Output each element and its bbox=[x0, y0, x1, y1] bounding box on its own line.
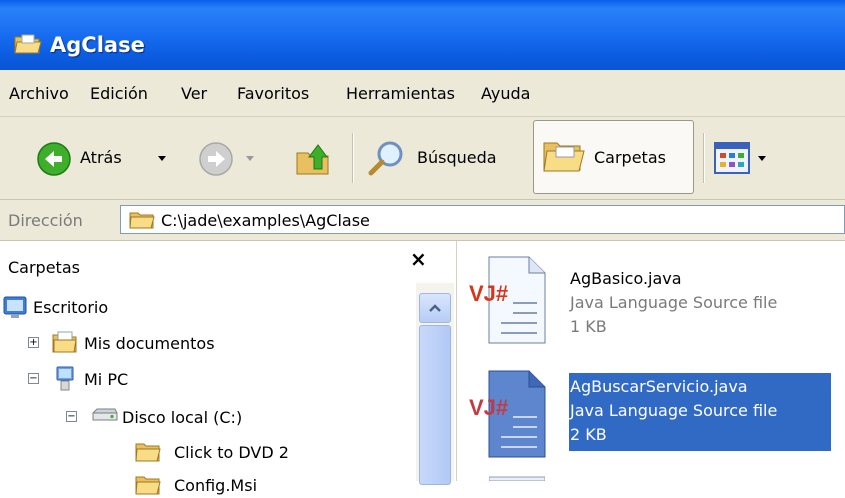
expand-icon[interactable]: + bbox=[28, 337, 39, 348]
tree-item-label: Mis documentos bbox=[84, 334, 215, 353]
back-arrow-icon bbox=[37, 142, 71, 176]
menu-ver[interactable]: Ver bbox=[181, 84, 207, 103]
folders-pane-header: Carpetas × bbox=[0, 241, 456, 281]
tree-item-config-msi[interactable]: Config.Msi bbox=[0, 470, 410, 498]
tree-item-label: Click to DVD 2 bbox=[174, 443, 289, 462]
menu-herramientas[interactable]: Herramientas bbox=[346, 84, 455, 103]
search-button[interactable]: Búsqueda bbox=[365, 117, 525, 199]
scroll-thumb[interactable] bbox=[419, 325, 451, 485]
svg-text:VJ#: VJ# bbox=[469, 281, 508, 306]
file-size: 1 KB bbox=[570, 317, 607, 336]
file-item-selected[interactable]: VJ# AgBuscarServicio.java Java Language … bbox=[467, 369, 837, 459]
tree-item-disco-local[interactable]: − Disco local (C:) bbox=[0, 401, 410, 429]
menu-bar: Archivo Edición Ver Favoritos Herramient… bbox=[0, 70, 845, 117]
views-button[interactable] bbox=[712, 140, 782, 178]
folder-icon bbox=[135, 443, 161, 462]
address-input[interactable]: C:\jade\examples\AgClase bbox=[120, 205, 845, 234]
desktop-icon bbox=[3, 296, 27, 318]
folders-scrollbar[interactable] bbox=[416, 283, 454, 485]
my-documents-icon bbox=[52, 331, 77, 353]
folder-icon bbox=[135, 476, 161, 495]
views-dropdown-icon[interactable] bbox=[758, 156, 766, 161]
up-button[interactable] bbox=[290, 117, 340, 199]
address-label: Dirección bbox=[8, 211, 83, 230]
tree-item-escritorio[interactable]: Escritorio bbox=[0, 291, 410, 319]
address-path: C:\jade\examples\AgClase bbox=[161, 211, 370, 230]
close-icon[interactable]: × bbox=[410, 247, 427, 271]
search-label: Búsqueda bbox=[417, 148, 497, 167]
folders-button[interactable]: Carpetas bbox=[533, 120, 694, 194]
menu-ayuda[interactable]: Ayuda bbox=[481, 84, 530, 103]
my-computer-icon bbox=[56, 366, 74, 391]
folder-up-icon bbox=[296, 144, 329, 175]
file-name: AgBasico.java bbox=[570, 269, 682, 288]
file-type: Java Language Source file bbox=[570, 401, 778, 420]
menu-archivo[interactable]: Archivo bbox=[9, 84, 69, 103]
open-folder-icon bbox=[14, 34, 42, 54]
folders-label: Carpetas bbox=[594, 148, 666, 167]
collapse-icon[interactable]: − bbox=[66, 411, 77, 422]
vj-sharp-file-icon: VJ# bbox=[469, 370, 546, 458]
magnifier-icon bbox=[368, 141, 403, 176]
scroll-up-button[interactable] bbox=[419, 293, 451, 323]
file-icon-partial bbox=[489, 476, 545, 481]
back-button[interactable]: Atrás bbox=[30, 117, 190, 199]
vj-sharp-file-icon: VJ# bbox=[469, 256, 546, 344]
tree-item-label: Config.Msi bbox=[174, 476, 258, 495]
tree-item-label: Escritorio bbox=[33, 298, 109, 317]
tree-item-label: Disco local (C:) bbox=[122, 408, 243, 427]
folder-icon bbox=[129, 212, 155, 229]
svg-text:VJ#: VJ# bbox=[469, 395, 508, 420]
views-icon bbox=[714, 142, 750, 174]
tree-item-click-to-dvd[interactable]: Click to DVD 2 bbox=[0, 437, 410, 465]
collapse-icon[interactable]: − bbox=[28, 373, 39, 384]
tree-item-mi-pc[interactable]: − Mi PC bbox=[0, 364, 410, 392]
forward-dropdown-icon[interactable] bbox=[246, 156, 254, 161]
toolbar-separator bbox=[352, 133, 354, 183]
file-type: Java Language Source file bbox=[570, 293, 778, 312]
toolbar-separator bbox=[703, 133, 705, 183]
folders-pane-title: Carpetas bbox=[8, 258, 80, 277]
file-size: 2 KB bbox=[570, 425, 607, 444]
forward-button[interactable] bbox=[192, 117, 262, 199]
menu-favoritos[interactable]: Favoritos bbox=[237, 84, 309, 103]
local-disk-icon bbox=[92, 408, 118, 421]
file-item[interactable]: VJ# AgBasico.java Java Language Source f… bbox=[467, 255, 837, 345]
title-bar: AgClase bbox=[0, 0, 845, 70]
tree-item-label: Mi PC bbox=[84, 370, 129, 389]
folders-pane: Carpetas × Escritorio + Mis documentos −… bbox=[0, 241, 457, 495]
file-list: VJ# AgBasico.java Java Language Source f… bbox=[457, 241, 845, 481]
window-title: AgClase bbox=[50, 33, 145, 57]
menu-edicion[interactable]: Edición bbox=[90, 84, 148, 103]
tree-item-mis-documentos[interactable]: + Mis documentos bbox=[0, 327, 410, 355]
back-label: Atrás bbox=[80, 148, 122, 167]
back-dropdown-icon[interactable] bbox=[158, 156, 166, 161]
chevron-up-icon bbox=[429, 304, 441, 312]
file-name: AgBuscarServicio.java bbox=[570, 377, 748, 396]
folders-icon bbox=[543, 142, 585, 172]
forward-arrow-icon bbox=[199, 142, 233, 176]
address-bar: Dirección C:\jade\examples\AgClase bbox=[0, 200, 845, 241]
